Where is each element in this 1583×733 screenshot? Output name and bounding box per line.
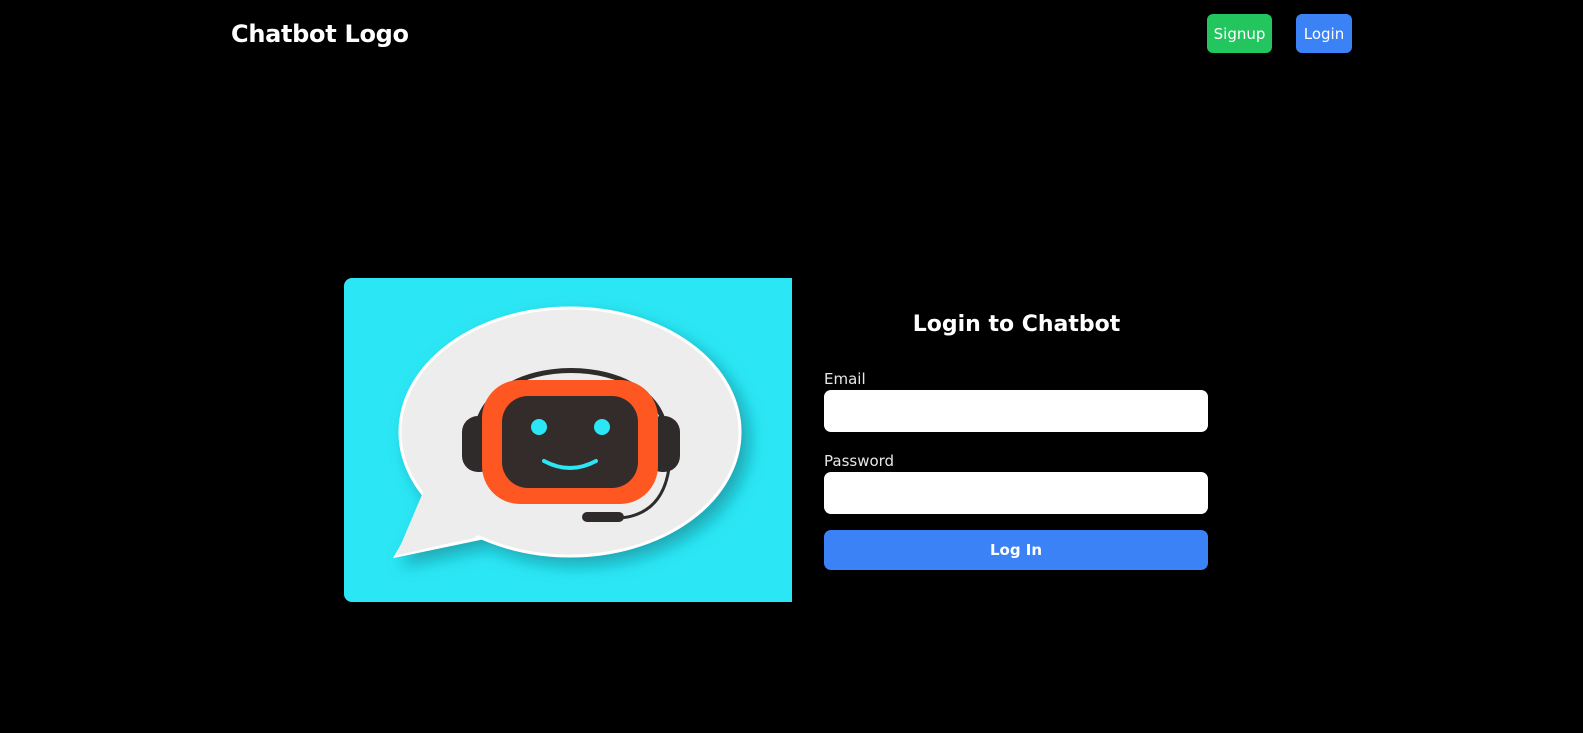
chatbot-illustration <box>344 278 792 602</box>
password-label: Password <box>824 452 895 470</box>
login-nav-button[interactable]: Login <box>1296 14 1352 53</box>
email-label: Email <box>824 370 866 388</box>
email-field[interactable] <box>824 390 1208 432</box>
signup-button[interactable]: Signup <box>1207 14 1272 53</box>
login-card: Login to Chatbot Email Password Log In <box>344 278 1241 602</box>
log-in-button[interactable]: Log In <box>824 530 1208 570</box>
chatbot-speech-bubble-icon <box>393 306 742 559</box>
site-logo[interactable]: Chatbot Logo <box>231 20 409 48</box>
navbar: Chatbot Logo Signup Login <box>0 0 1583 70</box>
form-title: Login to Chatbot <box>912 312 1121 337</box>
password-field[interactable] <box>824 472 1208 514</box>
login-form: Login to Chatbot Email Password Log In <box>792 278 1241 602</box>
